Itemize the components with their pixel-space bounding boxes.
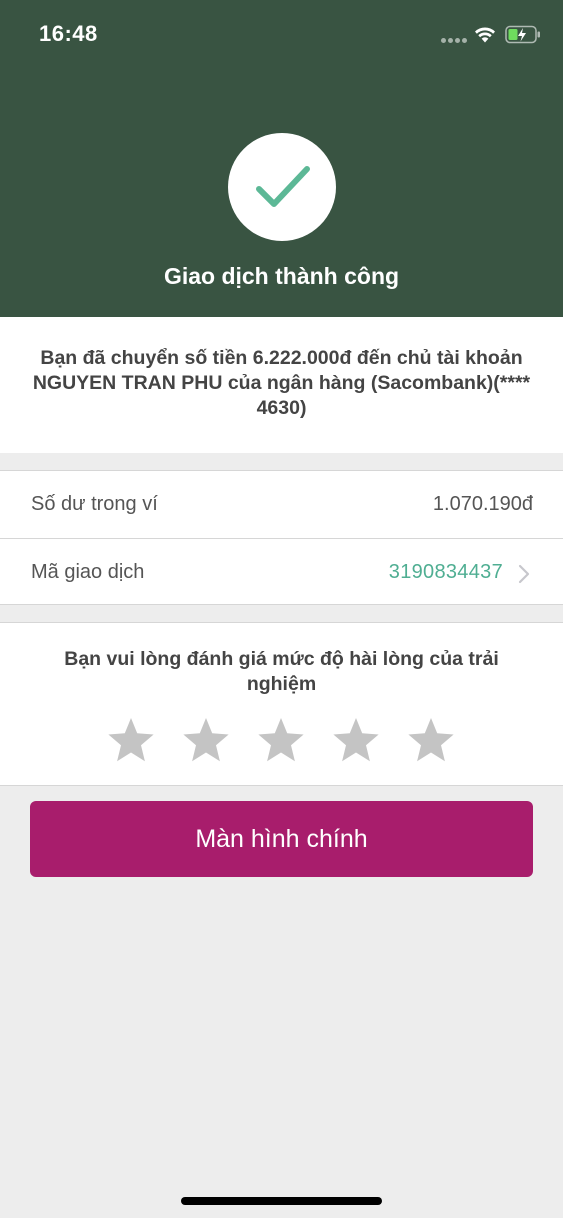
star-4-icon[interactable] xyxy=(332,717,380,763)
home-screen-button[interactable]: Màn hình chính xyxy=(30,801,533,877)
transfer-summary-card: Bạn đã chuyển số tiền 6.222.000đ đến chủ… xyxy=(0,317,563,453)
star-2-icon[interactable] xyxy=(182,717,230,763)
transaction-info-card: Số dư trong ví 1.070.190đ Mã giao dịch 3… xyxy=(0,470,563,605)
transfer-summary-text: Bạn đã chuyển số tiền 6.222.000đ đến chủ… xyxy=(32,347,531,419)
balance-row: Số dư trong ví 1.070.190đ xyxy=(0,471,563,538)
wifi-icon xyxy=(475,27,495,43)
star-3-icon[interactable] xyxy=(257,717,305,763)
battery-charging-icon xyxy=(505,25,540,44)
status-time: 16:48 xyxy=(39,21,98,46)
transaction-success-screen: 16:48 Giao dịch thành công Bạn đã chuyển… xyxy=(0,0,563,1218)
page-title: Giao dịch thành công xyxy=(163,263,400,289)
home-indicator[interactable] xyxy=(181,1197,382,1205)
transaction-id-label: Mã giao dịch xyxy=(31,561,145,583)
star-5-icon[interactable] xyxy=(407,717,455,763)
star-1-icon[interactable] xyxy=(107,717,155,763)
rating-prompt: Bạn vui lòng đánh giá mức độ hài lòng củ… xyxy=(64,648,499,695)
checkmark-icon xyxy=(256,166,310,207)
success-check-badge xyxy=(228,133,336,241)
cellular-signal-icon xyxy=(441,38,467,44)
balance-label: Số dư trong ví xyxy=(31,493,158,515)
success-header: 16:48 Giao dịch thành công xyxy=(0,0,563,317)
status-bar: 16:48 xyxy=(0,0,563,70)
rating-card: Bạn vui lòng đánh giá mức độ hài lòng củ… xyxy=(0,622,563,786)
balance-value: 1.070.190đ xyxy=(432,493,533,515)
chevron-right-icon xyxy=(518,564,530,584)
transaction-id-row[interactable]: Mã giao dịch 3190834437 xyxy=(0,538,563,605)
transaction-id-link[interactable]: 3190834437 xyxy=(389,561,503,584)
